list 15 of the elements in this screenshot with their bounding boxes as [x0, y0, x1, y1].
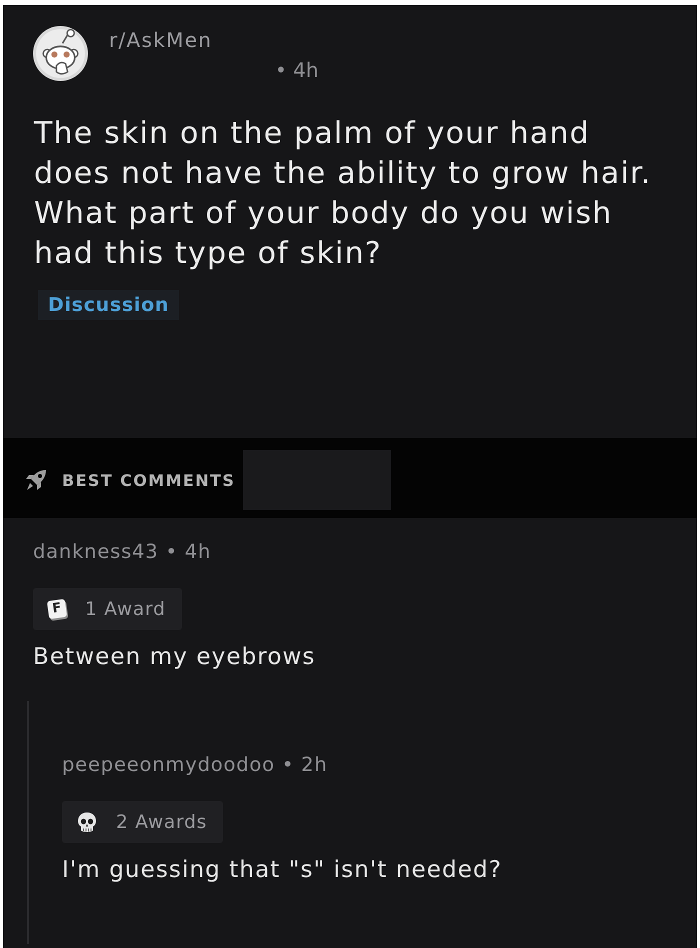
skull-icon: [77, 810, 97, 834]
comment-text: I'm guessing that "s" isn't needed?: [62, 856, 502, 884]
keycap-icon: F: [46, 598, 68, 620]
award-badge[interactable]: F 1 Award: [33, 588, 182, 630]
subreddit-name[interactable]: r/AskMen: [109, 28, 212, 52]
cartoon-avatar-icon: [32, 25, 89, 82]
comment-meta: peepeeonmydoodoo • 2h: [62, 754, 328, 776]
flair-tag[interactable]: Discussion: [38, 290, 180, 320]
section-title: BEST COMMENTS: [62, 470, 236, 490]
rocket-icon: [25, 469, 47, 491]
award-badge[interactable]: 2 Awards: [62, 801, 224, 843]
comment-text: Between my eyebrows: [33, 643, 316, 671]
post-title: The skin on the palm of your hand does not have the ability to grow hair. What part of your body do you wish had this type of skin?: [34, 115, 653, 273]
post-time: • 4h: [275, 58, 319, 82]
comment-meta: dankness43 • 4h: [33, 541, 212, 563]
